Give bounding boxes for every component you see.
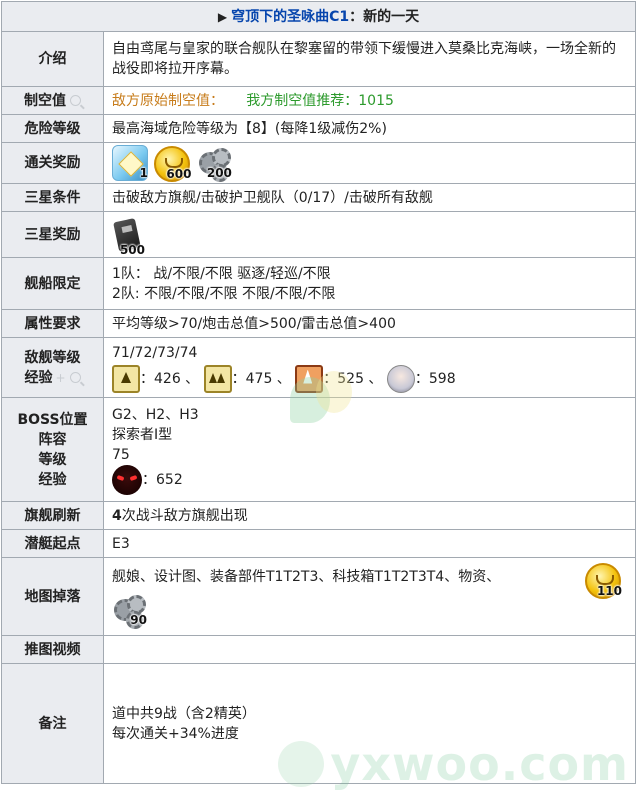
reward-qty: 200 — [206, 166, 232, 180]
notes-label: 备注 — [1, 663, 104, 784]
clear-reward-items: 1 600 200 — [103, 142, 636, 184]
flagship-text-cell: 4次战斗敌方旗舰出现 — [103, 501, 636, 530]
stage-header: ▶ 穹顶下的圣咏曲C1：新的一天 — [1, 1, 636, 32]
sub-start-text: E3 — [103, 529, 636, 558]
flagship-text: 次战斗敌方旗舰出现 — [121, 507, 248, 524]
boss-position-label: BOSS位置 — [17, 411, 88, 428]
three-star-cond-text: 击破敌方旗舰/击破护卫舰队（0/17）/击破所有敌舰 — [103, 183, 636, 212]
enemy-level-values: 71/72/73/74 ：426 、 ：475 、 ：525 、 ：598 — [103, 337, 636, 398]
boss-label-cell: BOSS位置 阵容 等级 经验 — [1, 397, 104, 502]
watermark: yxwoo.com — [278, 737, 629, 791]
enemy-level-label-cell: 敌舰等级 经验 + — [1, 337, 104, 398]
fleet-2-limit: 2队: 不限/不限/不限 不限/不限/不限 — [112, 285, 336, 302]
ship-limit-values: 1队： 战/不限/不限 驱逐/轻巡/不限 2队: 不限/不限/不限 不限/不限/… — [103, 257, 636, 310]
sub-start-label: 潜艇起点 — [1, 529, 104, 558]
boss-fleet: 探索者Ⅰ型 — [112, 426, 173, 443]
watermark-logo-icon — [278, 741, 325, 787]
watermark-text: yxwoo.com — [330, 737, 629, 791]
attr-req-text: 平均等级>70/炮击总值>500/雷击总值>400 — [103, 309, 636, 338]
air-label: 制空值 — [24, 92, 66, 109]
enemy-level-label: 敌舰等级 — [24, 349, 81, 366]
map-drop-text: 舰娘、设计图、装备部件T1T2T3、科技箱T1T2T3T4、物资、 — [112, 568, 501, 585]
search-icon[interactable] — [69, 372, 81, 383]
gold-coin-drop[interactable]: 110 — [585, 562, 622, 599]
danger-text: 最高海域危险等级为【8】(每降1级减伤2%) — [103, 114, 636, 143]
stage-title-link[interactable]: 穹顶下的圣咏曲C1 — [231, 9, 349, 25]
ship-limit-label: 舰船限定 — [1, 257, 104, 310]
boss-position: G2、H2、H3 — [112, 406, 199, 423]
supply-box-icon[interactable]: 1 — [112, 145, 148, 181]
fleet-1-limit: 1队： 战/不限/不限 驱逐/轻巡/不限 — [112, 265, 331, 282]
watermark-logo-mid — [290, 363, 354, 435]
air-values: 敌方原始制空值： 我方制空值推荐：1015 — [103, 86, 636, 115]
plus-icon[interactable]: + — [55, 371, 65, 385]
gear-parts-icon[interactable]: 90 — [112, 593, 147, 629]
map-drop-label: 地图掉落 — [1, 557, 104, 636]
shipgirl-avatar-icon — [386, 364, 415, 393]
intro-label: 介绍 — [1, 31, 104, 87]
boss-exp: ：652 — [142, 471, 183, 488]
boss-level: 75 — [112, 446, 130, 463]
light-cruiser-badge-icon — [203, 364, 232, 393]
destroyer-badge-icon — [112, 364, 140, 393]
gold-coin-icon-wrap[interactable]: 600 — [154, 145, 192, 182]
search-icon[interactable] — [70, 95, 81, 106]
boss-values: G2、H2、H3 探索者Ⅰ型 75 ：652 — [103, 397, 636, 502]
gear-parts-icon[interactable]: 200 — [197, 146, 232, 182]
exp-value: ：426 、 — [140, 370, 200, 387]
boss-fleet-label: 阵容 — [38, 431, 67, 448]
notes-line-1: 道中共9战（含2精英） — [112, 705, 256, 722]
enemy-air-value: 敌方原始制空值： — [112, 92, 224, 109]
drop-qty: 110 — [596, 584, 622, 598]
tech-box-icon[interactable]: 500 — [112, 218, 145, 257]
intro-text: 自由鸢尾与皇家的联合舰队在黎塞留的带领下缓慢进入莫桑比克海峡，一场全新的战役即将… — [103, 31, 636, 87]
attr-req-label: 属性要求 — [1, 309, 104, 338]
expand-triangle-icon[interactable]: ▶ — [218, 10, 227, 24]
flagship-count: 4 — [112, 507, 122, 524]
three-star-reward-items: 500 — [103, 211, 636, 258]
stage-title-rest: ：新的一天 — [349, 8, 420, 25]
reward-qty: 600 — [166, 167, 192, 181]
enemy-exp-label: 经验 — [24, 369, 53, 386]
reward-qty: 1 — [139, 166, 148, 180]
air-label-cell: 制空值 — [1, 86, 104, 115]
drop-qty: 90 — [130, 612, 147, 627]
boss-level-label: 等级 — [38, 451, 67, 468]
three-star-reward-label: 三星奖励 — [1, 211, 104, 258]
exp-value: ：475 、 — [231, 370, 291, 387]
clear-reward-label: 通关奖励 — [1, 142, 104, 184]
exp-value: ：598 — [414, 370, 456, 387]
boss-exp-label: 经验 — [38, 471, 67, 488]
danger-label: 危险等级 — [1, 114, 104, 143]
three-star-cond-label: 三星条件 — [1, 183, 104, 212]
reward-qty: 500 — [119, 242, 145, 257]
boss-face-icon — [112, 464, 142, 495]
enemy-levels: 71/72/73/74 — [112, 344, 198, 361]
map-drop-values: 舰娘、设计图、装备部件T1T2T3、科技箱T1T2T3T4、物资、 110 90 — [103, 557, 636, 636]
video-cell — [103, 635, 636, 664]
flagship-label: 旗舰刷新 — [1, 501, 104, 530]
video-label: 推图视频 — [1, 635, 104, 664]
our-air-value: 我方制空值推荐：1015 — [246, 92, 394, 109]
